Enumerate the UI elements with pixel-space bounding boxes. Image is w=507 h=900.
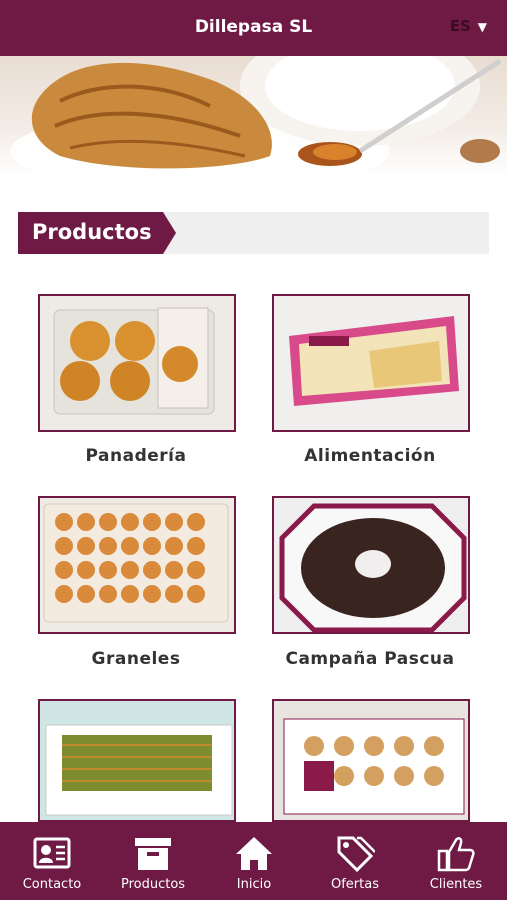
home-icon [236, 837, 272, 870]
product-card-5[interactable] [38, 699, 236, 822]
language-code: ES [449, 17, 471, 35]
product-5-image [40, 701, 234, 820]
campana-pascua-image [274, 498, 468, 632]
tags-icon [337, 836, 375, 873]
product-label-graneles[interactable]: Graneles [26, 649, 246, 669]
product-6-image [274, 701, 468, 820]
product-label-alimentacion[interactable]: Alimentación [260, 446, 480, 466]
product-card-6[interactable] [272, 699, 470, 822]
archive-box-icon [135, 838, 171, 870]
contact-card-icon [33, 837, 71, 869]
top-bar: Dillepasa SL ES ▼ [0, 0, 507, 56]
nav-item-clientes[interactable]: Clientes [406, 822, 506, 900]
product-card-panaderia[interactable] [38, 294, 236, 432]
thumbs-up-icon [437, 837, 475, 872]
app-title: Dillepasa SL [194, 17, 313, 37]
section-title: Productos [32, 220, 152, 244]
nav-item-ofertas[interactable]: Ofertas [305, 822, 405, 900]
alimentacion-image [274, 296, 468, 430]
nav-item-productos[interactable]: Productos [103, 822, 203, 900]
bottom-navigation: Contacto Productos Inicio Ofertas Client… [0, 822, 507, 900]
product-card-campana-pascua[interactable] [272, 496, 470, 634]
product-label-campana-pascua[interactable]: Campaña Pascua [260, 649, 480, 669]
nav-item-inicio[interactable]: Inicio [204, 822, 304, 900]
section-title-tab: Productos [18, 212, 176, 254]
nav-label-productos: Productos [120, 877, 186, 892]
panaderia-image [40, 296, 234, 430]
nav-label-inicio: Inicio [236, 877, 272, 892]
chevron-down-icon: ▼ [477, 20, 487, 34]
nav-label-contacto: Contacto [22, 877, 82, 892]
nav-label-clientes: Clientes [429, 877, 483, 892]
product-label-panaderia[interactable]: Panadería [26, 446, 246, 466]
nav-item-contacto[interactable]: Contacto [2, 822, 102, 900]
hero-banner-image [0, 56, 507, 176]
product-card-alimentacion[interactable] [272, 294, 470, 432]
graneles-image [40, 498, 234, 632]
nav-label-ofertas: Ofertas [331, 877, 379, 892]
product-card-graneles[interactable] [38, 496, 236, 634]
language-selector[interactable]: ES ▼ [450, 17, 487, 35]
